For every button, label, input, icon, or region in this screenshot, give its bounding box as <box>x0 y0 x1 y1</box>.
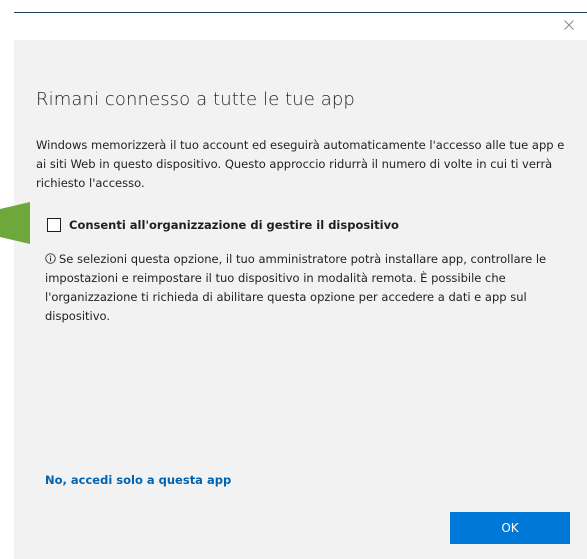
manage-device-checkbox[interactable] <box>47 218 61 232</box>
manage-device-option[interactable]: Consenti all'organizzazione di gestire i… <box>47 218 399 232</box>
close-button[interactable] <box>561 17 577 33</box>
dialog-title: Rimani connesso a tutte le tue app <box>36 89 355 110</box>
arrow-pointer <box>0 202 30 244</box>
window: Rimani connesso a tutte le tue app Windo… <box>0 0 587 559</box>
info-text: Se selezioni questa opzione, il tuo ammi… <box>45 252 547 323</box>
info-icon <box>45 253 56 264</box>
dialog-panel: Rimani connesso a tutte le tue app Windo… <box>14 40 587 559</box>
dialog-description: Windows memorizzerà il tuo account ed es… <box>36 138 565 190</box>
sign-in-app-only-link[interactable]: No, accedi solo a questa app <box>45 473 231 487</box>
info-note: Se selezioni questa opzione, il tuo ammi… <box>45 250 577 326</box>
manage-device-label: Consenti all'organizzazione di gestire i… <box>69 218 399 232</box>
window-top-border <box>14 12 587 13</box>
close-icon <box>564 20 574 30</box>
ok-button[interactable]: OK <box>450 512 570 544</box>
